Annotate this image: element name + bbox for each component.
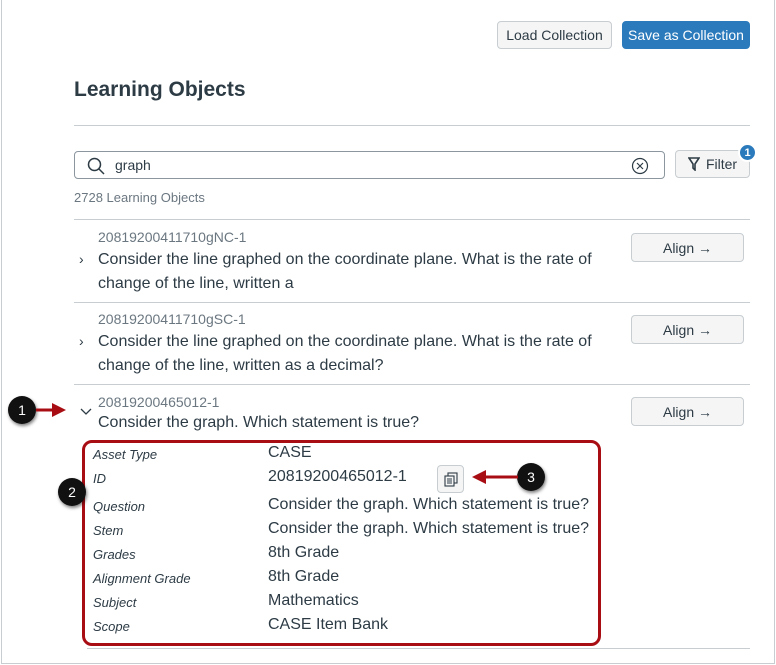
divider <box>74 302 750 303</box>
search-icon <box>87 157 105 175</box>
chevron-right-icon[interactable]: › <box>79 251 84 267</box>
clear-icon[interactable] <box>631 157 649 175</box>
copy-icon <box>443 471 458 487</box>
item-question[interactable]: Consider the graph. Which statement is t… <box>98 411 598 435</box>
divider <box>74 384 750 385</box>
callout-3: 3 <box>517 463 545 491</box>
detail-label: Stem <box>93 523 124 538</box>
arrow-icon <box>472 470 518 484</box>
detail-label: Subject <box>93 595 137 610</box>
detail-value: Consider the graph. Which statement is t… <box>268 520 590 537</box>
detail-value: Mathematics <box>268 592 359 609</box>
item-question[interactable]: Consider the line graphed on the coordin… <box>98 248 598 296</box>
callout-2: 2 <box>58 478 86 506</box>
detail-label: ID <box>93 471 106 486</box>
callout-1: 1 <box>8 396 36 424</box>
load-collection-button[interactable]: Load Collection <box>497 21 612 49</box>
detail-value: 20819200465012-1 <box>268 468 407 485</box>
detail-value: 8th Grade <box>268 568 340 585</box>
filter-label: Filter <box>705 156 738 172</box>
detail-value: CASE <box>268 444 312 461</box>
filter-icon <box>687 157 700 171</box>
save-as-collection-button[interactable]: Save as Collection <box>622 21 750 49</box>
align-button[interactable]: Align → <box>631 233 744 262</box>
results-count: 2728 Learning Objects <box>74 190 205 205</box>
item-id: 20819200465012-1 <box>98 394 220 410</box>
page-title: Learning Objects <box>74 78 246 101</box>
align-button[interactable]: Align → <box>631 315 744 344</box>
chevron-down-icon[interactable] <box>80 408 92 416</box>
filter-count-badge: 1 <box>738 143 757 162</box>
divider <box>74 125 750 126</box>
divider <box>74 219 750 220</box>
detail-label: Asset Type <box>93 447 158 462</box>
detail-label: Question <box>93 499 146 514</box>
divider <box>87 648 750 649</box>
detail-value: 8th Grade <box>268 544 340 561</box>
item-id: 20819200411710gSC-1 <box>98 311 246 327</box>
copy-id-button[interactable] <box>437 465 464 493</box>
detail-value: Consider the graph. Which statement is t… <box>268 496 590 513</box>
detail-value: CASE Item Bank <box>268 616 389 633</box>
chevron-right-icon[interactable]: › <box>79 333 84 349</box>
detail-label: Scope <box>93 619 130 634</box>
item-question[interactable]: Consider the line graphed on the coordin… <box>98 330 598 378</box>
align-button[interactable]: Align → <box>631 397 744 426</box>
search-value: graph <box>115 157 151 173</box>
detail-label: Alignment Grade <box>93 571 191 586</box>
arrow-icon <box>36 403 66 417</box>
search-input[interactable]: graph <box>74 151 665 179</box>
detail-label: Grades <box>93 547 136 562</box>
item-id: 20819200411710gNC-1 <box>98 229 247 245</box>
